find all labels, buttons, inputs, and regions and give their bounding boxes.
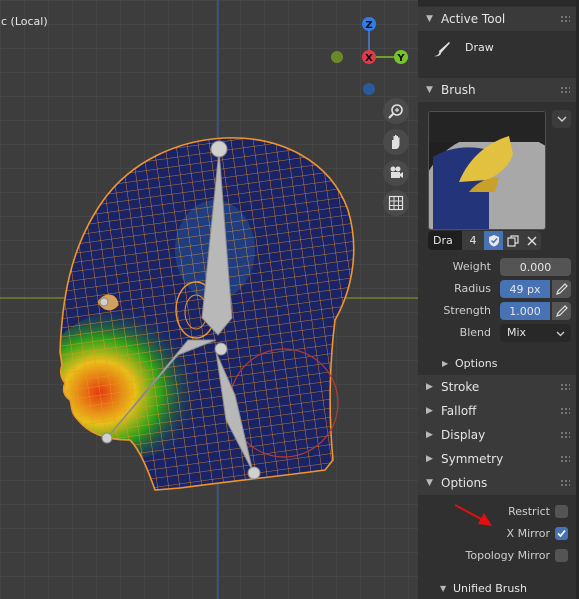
chevron-right-icon: ▶ — [426, 382, 433, 392]
panel-header-display[interactable]: ▶ Display — [418, 423, 576, 447]
chevron-right-icon: ▶ — [426, 430, 433, 440]
hand-icon — [392, 135, 400, 149]
svg-text:X: X — [365, 53, 373, 64]
chevron-right-icon: ▶ — [426, 406, 433, 416]
topology-mirror-option[interactable]: Topology Mirror — [418, 547, 576, 565]
strength-field[interactable]: 1.000 — [500, 302, 550, 320]
panel-title: Stroke — [441, 380, 480, 394]
drag-grip-icon[interactable] — [560, 383, 570, 391]
drag-grip-icon[interactable] — [560, 431, 570, 439]
panel-title: Display — [441, 428, 486, 442]
scene-canvas: Z X Y — [0, 0, 418, 599]
grid-icon — [388, 195, 404, 211]
copy-icon — [506, 234, 519, 247]
ortho-toggle-button[interactable] — [383, 190, 409, 216]
panel-title: Active Tool — [441, 12, 506, 26]
camera-icon — [390, 166, 403, 178]
panel-header-brush[interactable]: ▼ Brush — [418, 78, 576, 102]
camera-button[interactable] — [383, 160, 409, 186]
panel-title: Falloff — [441, 404, 477, 418]
radius-field[interactable]: 49 px — [500, 280, 550, 298]
drag-grip-icon[interactable] — [560, 455, 570, 463]
chevron-right-icon: ▶ — [426, 454, 433, 464]
top-tab-strip — [418, 0, 576, 6]
restrict-option[interactable]: Restrict — [418, 503, 576, 521]
weight-label: Weight — [452, 260, 491, 273]
restrict-checkbox[interactable] — [555, 505, 568, 518]
panel-title: Options — [441, 476, 488, 490]
strength-label: Strength — [443, 304, 491, 317]
viewport-object-label: c (Local) — [1, 15, 48, 28]
checkmark-icon — [557, 529, 566, 538]
3d-viewport[interactable]: Z X Y c (Local) — [0, 0, 418, 599]
x-mirror-checkbox[interactable] — [555, 527, 568, 540]
properties-sidebar: ▼ Active Tool Draw ▼ Brush Dra 4 Weight … — [418, 0, 579, 599]
duplicate-brush-button[interactable] — [503, 231, 522, 250]
svg-text:Y: Y — [396, 53, 405, 64]
panel-header-stroke[interactable]: ▶ Stroke — [418, 375, 576, 399]
drag-grip-icon[interactable] — [560, 407, 570, 415]
zoom-icon — [388, 104, 403, 119]
radius-pressure-toggle[interactable] — [552, 280, 571, 298]
brush-users-count[interactable]: 4 — [462, 231, 484, 250]
subpanel-unified-brush[interactable]: ▼ Unified Brush — [418, 577, 576, 599]
topology-mirror-label: Topology Mirror — [465, 549, 550, 562]
brush-texture-image — [429, 112, 545, 229]
gizmo-neg-y — [331, 51, 343, 63]
chevron-down-icon: ▼ — [426, 478, 433, 488]
drag-grip-icon[interactable] — [560, 479, 570, 487]
topology-mirror-checkbox[interactable] — [555, 549, 568, 562]
panel-header-falloff[interactable]: ▶ Falloff — [418, 399, 576, 423]
blend-select-value: Mix — [507, 326, 527, 339]
chevron-down-icon: ▼ — [426, 14, 433, 24]
pen-pressure-icon — [555, 305, 568, 317]
gizmo-neg-z — [363, 83, 375, 95]
close-icon — [527, 236, 536, 245]
chevron-down-icon: ▼ — [426, 85, 433, 95]
subpanel-title: Unified Brush — [453, 581, 527, 595]
x-mirror-option[interactable]: X Mirror — [418, 525, 576, 543]
x-mirror-label: X Mirror — [506, 527, 550, 540]
subpanel-title: Options — [455, 356, 498, 370]
pan-button[interactable] — [383, 129, 409, 155]
blend-label: Blend — [459, 326, 491, 339]
drag-grip-icon[interactable] — [560, 86, 570, 94]
brush-dropdown-button[interactable] — [552, 110, 571, 128]
subpanel-options-brush[interactable]: ▶ Options — [418, 352, 576, 374]
svg-text:Z: Z — [365, 20, 372, 31]
brush-datablock-row: Dra 4 — [428, 231, 544, 250]
brush-name-field[interactable]: Dra — [428, 231, 462, 250]
active-tool-row[interactable]: Draw — [418, 31, 576, 77]
panel-title: Brush — [441, 83, 476, 97]
chevron-right-icon: ▶ — [442, 358, 449, 368]
panel-header-active-tool[interactable]: ▼ Active Tool — [418, 7, 576, 31]
unlink-brush-button[interactable] — [522, 231, 541, 250]
active-tool-name: Draw — [465, 41, 494, 54]
restrict-label: Restrict — [508, 505, 550, 518]
panel-header-symmetry[interactable]: ▶ Symmetry — [418, 447, 576, 471]
navigation-gizmo: Z X Y — [331, 17, 408, 95]
brush-draw-icon — [434, 42, 450, 57]
shield-check-icon — [488, 235, 499, 247]
fake-user-button[interactable] — [484, 231, 503, 250]
chevron-down-icon: ▼ — [440, 583, 447, 593]
blend-select[interactable]: Mix — [500, 324, 571, 342]
radius-label: Radius — [454, 282, 491, 295]
pen-pressure-icon — [555, 283, 568, 295]
chevron-down-icon — [556, 331, 565, 337]
zoom-button[interactable] — [383, 98, 409, 124]
chevron-down-icon — [557, 116, 566, 122]
panel-title: Symmetry — [441, 452, 504, 466]
brush-preview-thumbnail[interactable] — [428, 111, 546, 230]
weight-field[interactable]: 0.000 — [500, 258, 571, 276]
drag-grip-icon[interactable] — [560, 15, 570, 23]
strength-pressure-toggle[interactable] — [552, 302, 571, 320]
panel-header-options[interactable]: ▼ Options — [418, 471, 576, 495]
